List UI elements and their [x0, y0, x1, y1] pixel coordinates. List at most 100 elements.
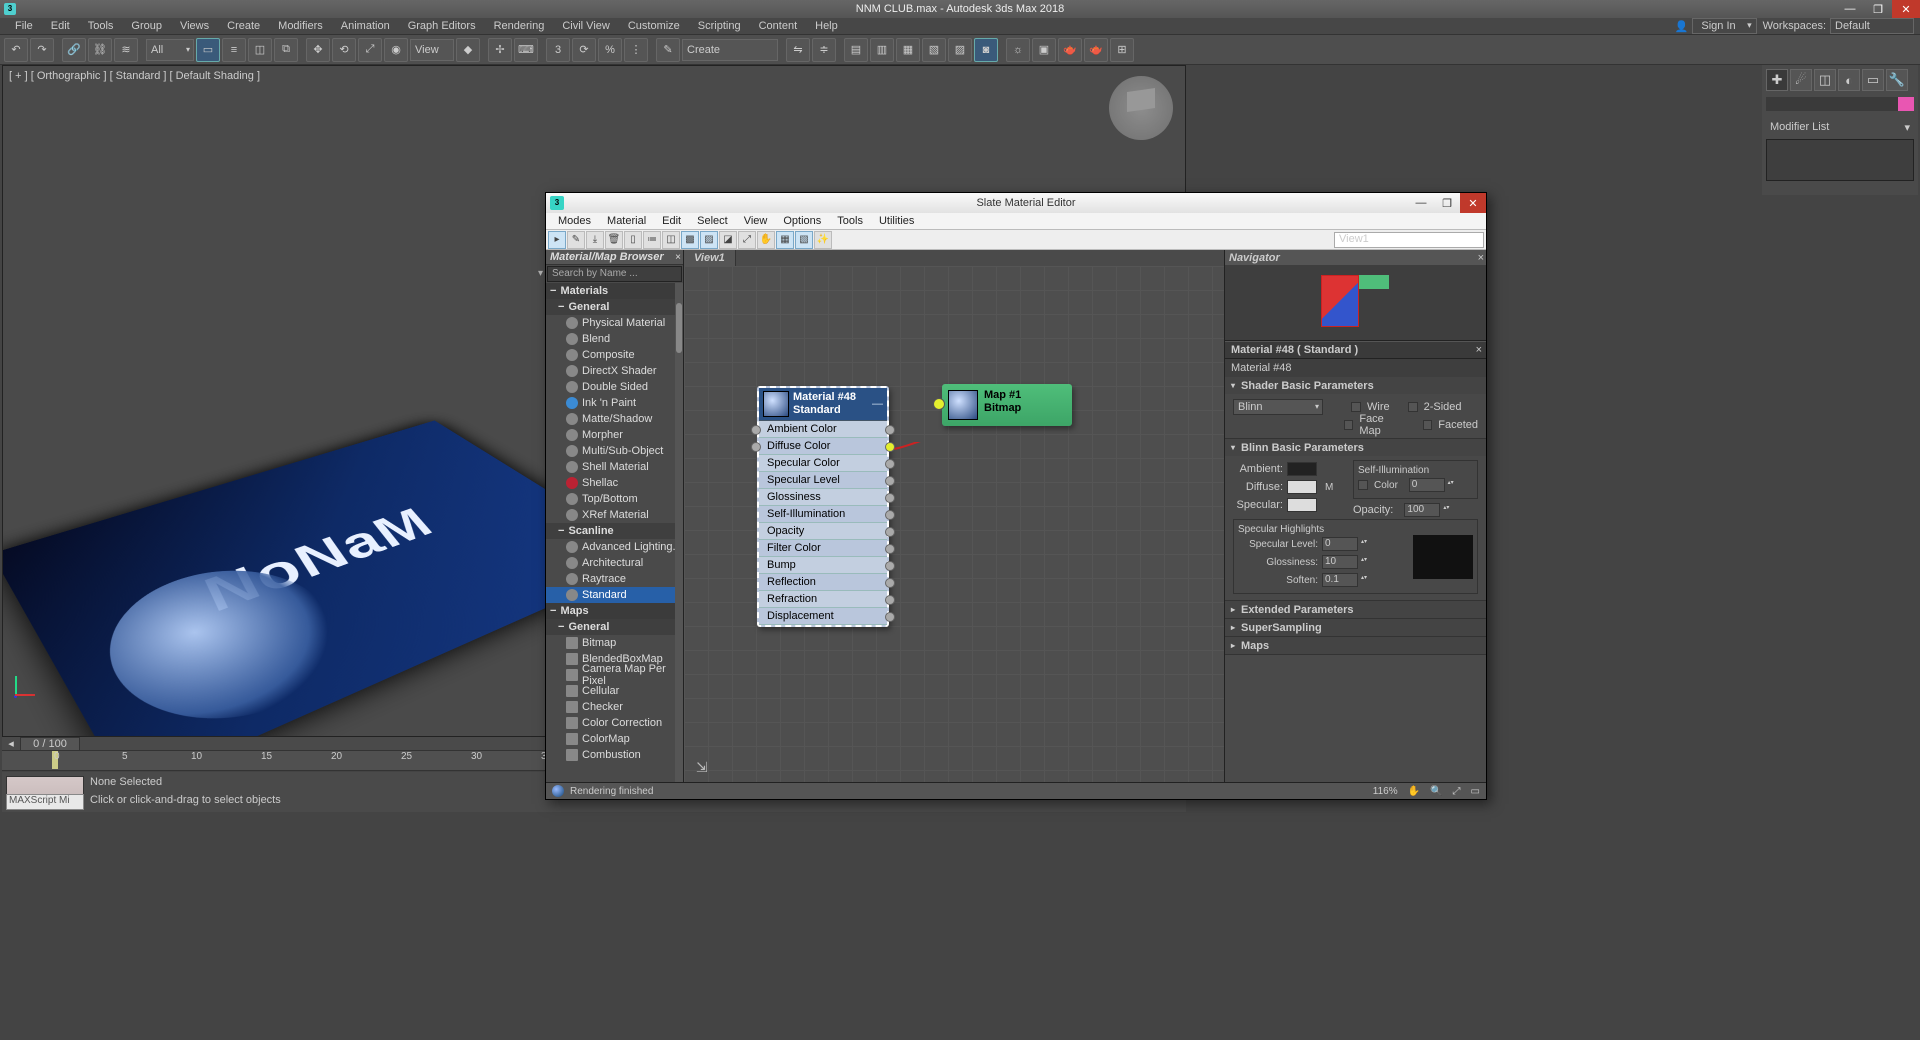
slate-menu-modes[interactable]: Modes	[550, 215, 599, 227]
layers-button[interactable]: ▤	[844, 38, 868, 62]
material-node[interactable]: Material #48Standard — Ambient Color Dif…	[757, 386, 889, 627]
canvas-nav-icon[interactable]: ⇲	[696, 759, 708, 776]
menu-scripting[interactable]: Scripting	[689, 18, 750, 35]
utilities-tab[interactable]: 🔧	[1886, 69, 1908, 91]
slate-nav-region-icon[interactable]: ▭	[1471, 786, 1480, 797]
slate-show-shaded-button[interactable]: ▨	[700, 231, 718, 249]
facemap-checkbox[interactable]	[1344, 420, 1354, 430]
slate-layout-button[interactable]: ▦	[776, 231, 794, 249]
menu-content[interactable]: Content	[750, 18, 807, 35]
selfillum-color-checkbox[interactable]	[1358, 480, 1368, 490]
soften-spinner[interactable]: 0.1	[1322, 573, 1358, 587]
link-button[interactable]: 🔗	[62, 38, 86, 62]
percent-snap-button[interactable]: %	[598, 38, 622, 62]
faceted-checkbox[interactable]	[1423, 420, 1433, 430]
layer-explorer-button[interactable]: ▥	[870, 38, 894, 62]
time-slider-value[interactable]: 0 / 100	[20, 737, 80, 751]
menu-modifiers[interactable]: Modifiers	[269, 18, 332, 35]
render-frame-button[interactable]: ▣	[1032, 38, 1056, 62]
keyboard-shortcut-button[interactable]: ⌨	[514, 38, 538, 62]
render-iterative-button[interactable]: 🫖	[1084, 38, 1108, 62]
spinner-snap-button[interactable]: ⋮	[624, 38, 648, 62]
menu-views[interactable]: Views	[171, 18, 218, 35]
slate-hide-unused-button[interactable]: ≔	[643, 231, 661, 249]
wire-checkbox[interactable]	[1351, 402, 1361, 412]
browser-search[interactable]: Search by Name ...	[547, 266, 682, 282]
curve-editor-button[interactable]: ▦	[896, 38, 920, 62]
render-online-button[interactable]: ⊞	[1110, 38, 1134, 62]
move-button[interactable]: ✥	[306, 38, 330, 62]
rotate-button[interactable]: ⟲	[332, 38, 356, 62]
rollout-header[interactable]: SuperSampling	[1225, 619, 1486, 636]
slate-pick-button[interactable]: ✎	[567, 231, 585, 249]
slate-menu-tools[interactable]: Tools	[829, 215, 871, 227]
navigator-view[interactable]	[1225, 265, 1486, 341]
edit-selection-set-button[interactable]: ✎	[656, 38, 680, 62]
browser-cat-maps[interactable]: − Maps	[546, 603, 683, 619]
opacity-spinner[interactable]: 100	[1404, 503, 1440, 517]
specular-swatch[interactable]	[1287, 498, 1317, 512]
slate-pan-button[interactable]: ✋	[757, 231, 775, 249]
minimize-button[interactable]: —	[1836, 0, 1864, 18]
material-node-header[interactable]: Material #48Standard —	[759, 388, 887, 421]
rollout-header[interactable]: Extended Parameters	[1225, 601, 1486, 618]
browser-close-icon[interactable]: ×	[675, 252, 681, 263]
navigator-close-icon[interactable]: ×	[1478, 252, 1484, 264]
ambient-swatch[interactable]	[1287, 462, 1317, 476]
unlink-button[interactable]: ⛓	[88, 38, 112, 62]
nodeview-tab[interactable]: View1	[684, 250, 736, 266]
slate-zoom[interactable]: 116%	[1373, 786, 1398, 797]
place-button[interactable]: ◉	[384, 38, 408, 62]
browser-scrollbar[interactable]	[675, 283, 683, 782]
spec-level-spinner[interactable]: 0	[1322, 537, 1358, 551]
close-button[interactable]: ✕	[1892, 0, 1920, 18]
slate-material-id-button[interactable]: ✨	[814, 231, 832, 249]
selection-filter-dropdown[interactable]: All	[146, 39, 194, 61]
render-setup-button[interactable]: ☼	[1006, 38, 1030, 62]
slate-show-map-button[interactable]: ▩	[681, 231, 699, 249]
pivot-button[interactable]: ◆	[456, 38, 480, 62]
slate-background-button[interactable]: ◪	[719, 231, 737, 249]
slate-menu-options[interactable]: Options	[775, 215, 829, 227]
slate-nav-pan-icon[interactable]: ✋	[1408, 786, 1420, 797]
create-tab[interactable]: ✚	[1766, 69, 1788, 91]
slate-delete-button[interactable]: 🗑	[605, 231, 623, 249]
browser-subcat-general[interactable]: − General	[546, 299, 683, 315]
browser-subcat-maps-general[interactable]: − General	[546, 619, 683, 635]
browser-subcat-scanline[interactable]: − Scanline	[546, 523, 683, 539]
slate-menu-select[interactable]: Select	[689, 215, 736, 227]
bind-button[interactable]: ≋	[114, 38, 138, 62]
slate-nav-fit-icon[interactable]: ⤢	[1453, 786, 1461, 797]
slate-menu-view[interactable]: View	[736, 215, 776, 227]
menu-edit[interactable]: Edit	[42, 18, 79, 35]
maxscript-listener[interactable]: MAXScript Mi	[6, 794, 84, 810]
snap-toggle-button[interactable]: 3	[546, 38, 570, 62]
mirror-button[interactable]: ⇋	[786, 38, 810, 62]
angle-snap-button[interactable]: ⟳	[572, 38, 596, 62]
menu-file[interactable]: File	[6, 18, 42, 35]
object-color-swatch[interactable]	[1898, 97, 1914, 111]
slate-menu-edit[interactable]: Edit	[654, 215, 689, 227]
modify-tab[interactable]: ☄	[1790, 69, 1812, 91]
motion-tab[interactable]: ◐	[1838, 69, 1860, 91]
slate-assign-button[interactable]: ⤓	[586, 231, 604, 249]
ref-coord-dropdown[interactable]: View	[410, 39, 454, 61]
maximize-button[interactable]: ❐	[1864, 0, 1892, 18]
menu-rendering[interactable]: Rendering	[485, 18, 554, 35]
menu-group[interactable]: Group	[122, 18, 171, 35]
slate-move-children-button[interactable]: ▯	[624, 231, 642, 249]
named-selection-dropdown[interactable]: Create Selection Se	[682, 39, 778, 61]
rollout-header[interactable]: Maps	[1225, 637, 1486, 654]
bitmap-input-pin[interactable]	[933, 398, 945, 410]
modifier-stack[interactable]	[1766, 139, 1914, 181]
select-object-button[interactable]: ▭	[196, 38, 220, 62]
signin-dropdown[interactable]: Sign In	[1692, 18, 1756, 34]
twosided-checkbox[interactable]	[1408, 402, 1418, 412]
slate-zoom-ext-button[interactable]: ⤢	[738, 231, 756, 249]
slate-close[interactable]: ✕	[1460, 193, 1486, 213]
menu-animation[interactable]: Animation	[332, 18, 399, 35]
workspace-dropdown[interactable]: Default	[1830, 18, 1914, 34]
slate-maximize[interactable]: ❐	[1434, 193, 1460, 213]
shader-dropdown[interactable]: Blinn	[1233, 399, 1323, 415]
node-collapse-icon[interactable]: —	[872, 398, 883, 410]
